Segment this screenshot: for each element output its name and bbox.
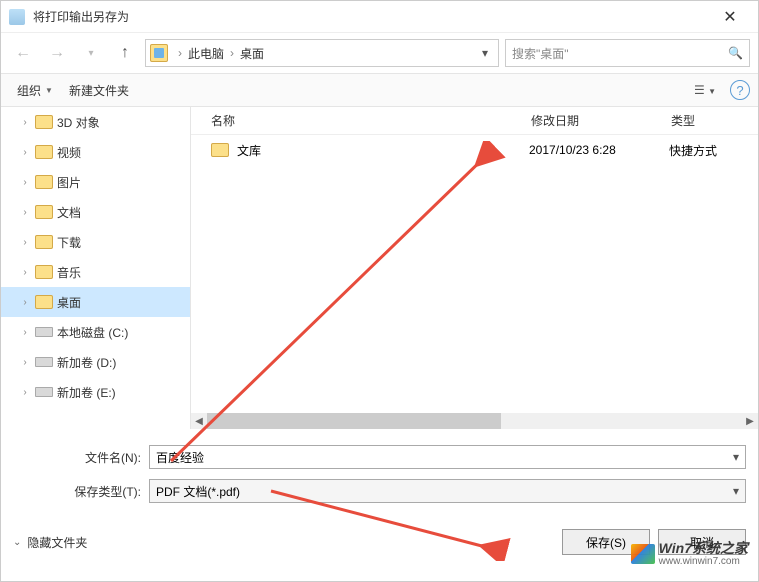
- file-modified: 2017/10/23 6:28: [529, 143, 669, 157]
- sidebar: ›3D 对象 ›视频 ›图片 ›文档 ›下载 ›音乐 ›桌面 ›本地磁盘 (C:…: [1, 107, 191, 429]
- view-options-button[interactable]: ☰ ▼: [688, 79, 722, 101]
- breadcrumb-dropdown[interactable]: ▾: [476, 46, 494, 60]
- sidebar-item-3d-objects[interactable]: ›3D 对象: [1, 107, 190, 137]
- save-button[interactable]: 保存(S): [562, 529, 650, 555]
- app-icon: [9, 9, 25, 25]
- column-name[interactable]: 名称: [211, 112, 531, 129]
- help-icon[interactable]: ?: [730, 80, 750, 100]
- sidebar-item-downloads[interactable]: ›下载: [1, 227, 190, 257]
- nav-up-button[interactable]: ↑: [111, 39, 139, 67]
- scroll-right-icon[interactable]: ▶: [742, 413, 758, 429]
- breadcrumb-desktop[interactable]: 桌面: [240, 45, 264, 62]
- nav-recent-button[interactable]: ▾: [77, 39, 105, 67]
- column-type[interactable]: 类型: [671, 112, 758, 129]
- scroll-left-icon[interactable]: ◀: [191, 413, 207, 429]
- column-modified[interactable]: 修改日期: [531, 112, 671, 129]
- file-type: 快捷方式: [669, 142, 758, 159]
- scrollbar-thumb[interactable]: [207, 413, 501, 429]
- window-title: 将打印输出另存为: [33, 8, 710, 25]
- nav-forward-button[interactable]: →: [43, 39, 71, 67]
- organize-button[interactable]: 组织 ▼: [9, 78, 61, 103]
- file-name: 文库: [237, 142, 529, 159]
- folder-icon: [211, 143, 229, 157]
- sidebar-item-music[interactable]: ›音乐: [1, 257, 190, 287]
- file-list: 名称 修改日期 类型 文库 2017/10/23 6:28 快捷方式 ◀ ▶: [191, 107, 758, 429]
- sidebar-item-drive-c[interactable]: ›本地磁盘 (C:): [1, 317, 190, 347]
- hide-folders-button[interactable]: ⌄ 隐藏文件夹: [13, 534, 87, 551]
- pc-icon: [150, 44, 168, 62]
- chevron-right-icon: ›: [178, 46, 182, 60]
- sidebar-item-videos[interactable]: ›视频: [1, 137, 190, 167]
- new-folder-button[interactable]: 新建文件夹: [61, 78, 137, 103]
- filetype-select[interactable]: PDF 文档(*.pdf) ▾: [149, 479, 746, 503]
- list-item[interactable]: 文库 2017/10/23 6:28 快捷方式: [191, 135, 758, 165]
- breadcrumb-pc[interactable]: 此电脑: [188, 45, 224, 62]
- chevron-down-icon[interactable]: ▾: [733, 450, 739, 464]
- chevron-down-icon: ▼: [45, 86, 53, 95]
- sidebar-item-drive-e[interactable]: ›新加卷 (E:): [1, 377, 190, 407]
- cancel-button[interactable]: 取消: [658, 529, 746, 555]
- filetype-label: 保存类型(T):: [13, 483, 149, 500]
- chevron-right-icon: ›: [230, 46, 234, 60]
- search-icon[interactable]: 🔍: [728, 46, 743, 60]
- nav-back-button[interactable]: ←: [9, 39, 37, 67]
- filename-input[interactable]: 百度经验 ▾: [149, 445, 746, 469]
- sidebar-item-drive-d[interactable]: ›新加卷 (D:): [1, 347, 190, 377]
- sidebar-item-pictures[interactable]: ›图片: [1, 167, 190, 197]
- sidebar-item-desktop[interactable]: ›桌面: [1, 287, 190, 317]
- chevron-down-icon: ⌄: [13, 537, 21, 548]
- chevron-down-icon[interactable]: ▾: [733, 484, 739, 498]
- search-placeholder: 搜索"桌面": [512, 45, 569, 62]
- search-input[interactable]: 搜索"桌面" 🔍: [505, 39, 750, 67]
- sidebar-item-documents[interactable]: ›文档: [1, 197, 190, 227]
- close-icon[interactable]: ✕: [710, 7, 750, 27]
- filename-label: 文件名(N):: [13, 449, 149, 466]
- breadcrumb[interactable]: › 此电脑 › 桌面 ▾: [145, 39, 499, 67]
- horizontal-scrollbar[interactable]: ◀ ▶: [191, 413, 758, 429]
